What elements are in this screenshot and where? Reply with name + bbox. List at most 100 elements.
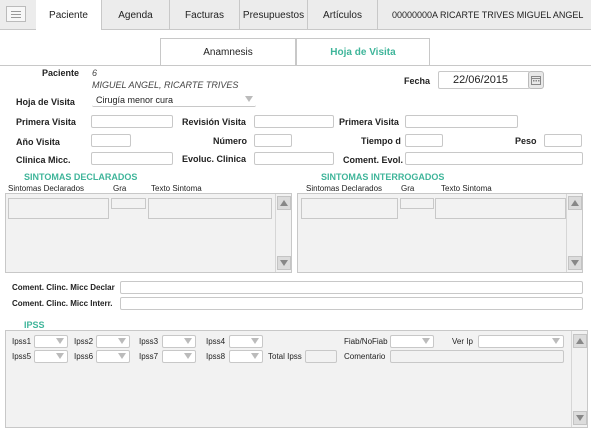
ipss7-label: Ipss7 <box>139 352 159 361</box>
revision-visita-field[interactable] <box>254 115 334 128</box>
coment-declar-field[interactable] <box>120 281 583 294</box>
tiempo-field[interactable] <box>405 134 443 147</box>
sintoma-interrogado-cell[interactable] <box>301 198 398 219</box>
scrollbar-interr[interactable] <box>566 194 582 272</box>
tab-paciente[interactable]: Paciente <box>36 0 102 30</box>
col-sintomas-interrogados: Sintomas Declarados <box>306 184 383 193</box>
chevron-down-icon <box>245 96 253 102</box>
numero-label: Número <box>213 136 248 146</box>
primera-visita-label: Primera Visita <box>16 117 76 127</box>
verip-select[interactable] <box>478 335 564 348</box>
comentario-field[interactable] <box>390 350 564 363</box>
ipss5-label: Ipss5 <box>12 352 32 361</box>
menu-icon[interactable] <box>6 6 26 22</box>
revision-visita-label: Revisión Visita <box>182 117 246 127</box>
ipss4-label: Ipss4 <box>206 337 226 346</box>
tab-articulos[interactable]: Artículos <box>308 0 378 30</box>
ipss3-select[interactable] <box>162 335 196 348</box>
gra-cell[interactable] <box>111 198 146 209</box>
chevron-down-icon <box>552 338 560 344</box>
coment-evol-field[interactable] <box>405 152 583 165</box>
peso-field[interactable] <box>544 134 582 147</box>
verip-label: Ver Ip <box>452 337 473 346</box>
ipss2-label: Ipss2 <box>74 337 94 346</box>
ipss4-select[interactable] <box>229 335 263 348</box>
tab-presupuestos[interactable]: Presupuestos <box>240 0 308 30</box>
coment-declar-label: Coment. Clinc. Micc Declar <box>12 283 115 292</box>
top-tab-bar: Paciente Agenda Facturas Presupuestos Ar… <box>0 0 591 30</box>
fiab-label: Fiab/NoFiab <box>344 337 388 346</box>
fecha-field[interactable]: 22/06/2015 <box>438 71 530 89</box>
ipss-title: IPSS <box>24 320 45 330</box>
ipss8-label: Ipss8 <box>206 352 226 361</box>
scroll-down-icon[interactable] <box>277 256 291 270</box>
chevron-down-icon <box>118 338 126 344</box>
col-texto-sintoma-interr: Texto Sintoma <box>441 184 492 193</box>
scroll-down-icon[interactable] <box>568 256 582 270</box>
primera-visita2-label: Primera Visita <box>339 117 399 127</box>
hoja-visita-select[interactable]: Cirugía menor cura <box>92 94 256 107</box>
chevron-down-icon <box>251 338 259 344</box>
scroll-up-icon[interactable] <box>568 196 582 210</box>
texto-sintoma-cell[interactable] <box>148 198 272 219</box>
scrollbar[interactable] <box>275 194 291 272</box>
scrollbar-ipss[interactable] <box>571 331 587 427</box>
coment-interr-field[interactable] <box>120 297 583 310</box>
tab-facturas[interactable]: Facturas <box>170 0 240 30</box>
tab-agenda[interactable]: Agenda <box>102 0 170 30</box>
evoluc-clinica-field[interactable] <box>254 152 334 165</box>
ipss2-select[interactable] <box>96 335 130 348</box>
paciente-label: Paciente <box>42 68 80 78</box>
sintomas-declarados-title: SINTOMAS DECLARADOS <box>24 172 138 182</box>
ipss7-select[interactable] <box>162 350 196 363</box>
ipss8-select[interactable] <box>229 350 263 363</box>
ipss3-label: Ipss3 <box>139 337 159 346</box>
scroll-up-icon[interactable] <box>277 196 291 210</box>
paciente-number: 6 <box>92 68 98 78</box>
subtab-anamnesis[interactable]: Anamnesis <box>160 38 296 66</box>
texto-sintoma-interr-cell[interactable] <box>435 198 566 219</box>
clinica-micc-label: Clinica Micc. <box>16 155 71 165</box>
col-gra: Gra <box>113 184 127 193</box>
chevron-down-icon <box>56 338 64 344</box>
chevron-down-icon <box>184 338 192 344</box>
col-sintomas-declarados: Sintomas Declarados <box>8 184 85 193</box>
primera-visita-field[interactable] <box>91 115 173 128</box>
chevron-down-icon <box>184 353 192 359</box>
total-ipss-field <box>305 350 337 363</box>
chevron-down-icon <box>251 353 259 359</box>
evoluc-clinica-label: Evoluc. Clinica <box>182 154 247 164</box>
ipss5-select[interactable] <box>34 350 68 363</box>
ano-visita-label: Año Visita <box>16 137 60 147</box>
hoja-visita-value: Cirugía menor cura <box>96 95 174 105</box>
scroll-up-icon[interactable] <box>573 334 587 348</box>
sintoma-declarado-cell[interactable] <box>8 198 109 219</box>
chevron-down-icon <box>56 353 64 359</box>
paciente-name: MIGUEL ANGEL, RICARTE TRIVES <box>92 80 239 90</box>
patient-header: 00000000A RICARTE TRIVES MIGUEL ANGEL <box>392 10 584 20</box>
ipss1-label: Ipss1 <box>12 337 32 346</box>
calendar-icon[interactable] <box>528 71 544 89</box>
fiab-select[interactable] <box>390 335 434 348</box>
coment-interr-label: Coment. Clinc. Micc Interr. <box>12 299 113 308</box>
ipss6-select[interactable] <box>96 350 130 363</box>
subtab-divider <box>0 65 591 66</box>
primera-visita2-field[interactable] <box>405 115 518 128</box>
chevron-down-icon <box>422 338 430 344</box>
chevron-down-icon <box>118 353 126 359</box>
sintomas-interrogados-panel <box>297 193 583 273</box>
ipss1-select[interactable] <box>34 335 68 348</box>
ano-visita-field[interactable] <box>91 134 131 147</box>
col-texto-sintoma: Texto Sintoma <box>151 184 202 193</box>
peso-label: Peso <box>515 136 537 146</box>
gra-interr-cell[interactable] <box>400 198 434 209</box>
total-ipss-label: Total Ipss <box>268 352 302 361</box>
clinica-micc-field[interactable] <box>91 152 173 165</box>
hoja-visita-label: Hoja de Visita <box>16 97 75 107</box>
numero-field[interactable] <box>254 134 292 147</box>
tiempo-label: Tiempo d <box>361 136 401 146</box>
scroll-down-icon[interactable] <box>573 411 587 425</box>
fecha-label: Fecha <box>404 76 431 86</box>
subtab-hoja-visita[interactable]: Hoja de Visita <box>296 38 430 66</box>
comentario-label: Comentario <box>344 352 386 361</box>
